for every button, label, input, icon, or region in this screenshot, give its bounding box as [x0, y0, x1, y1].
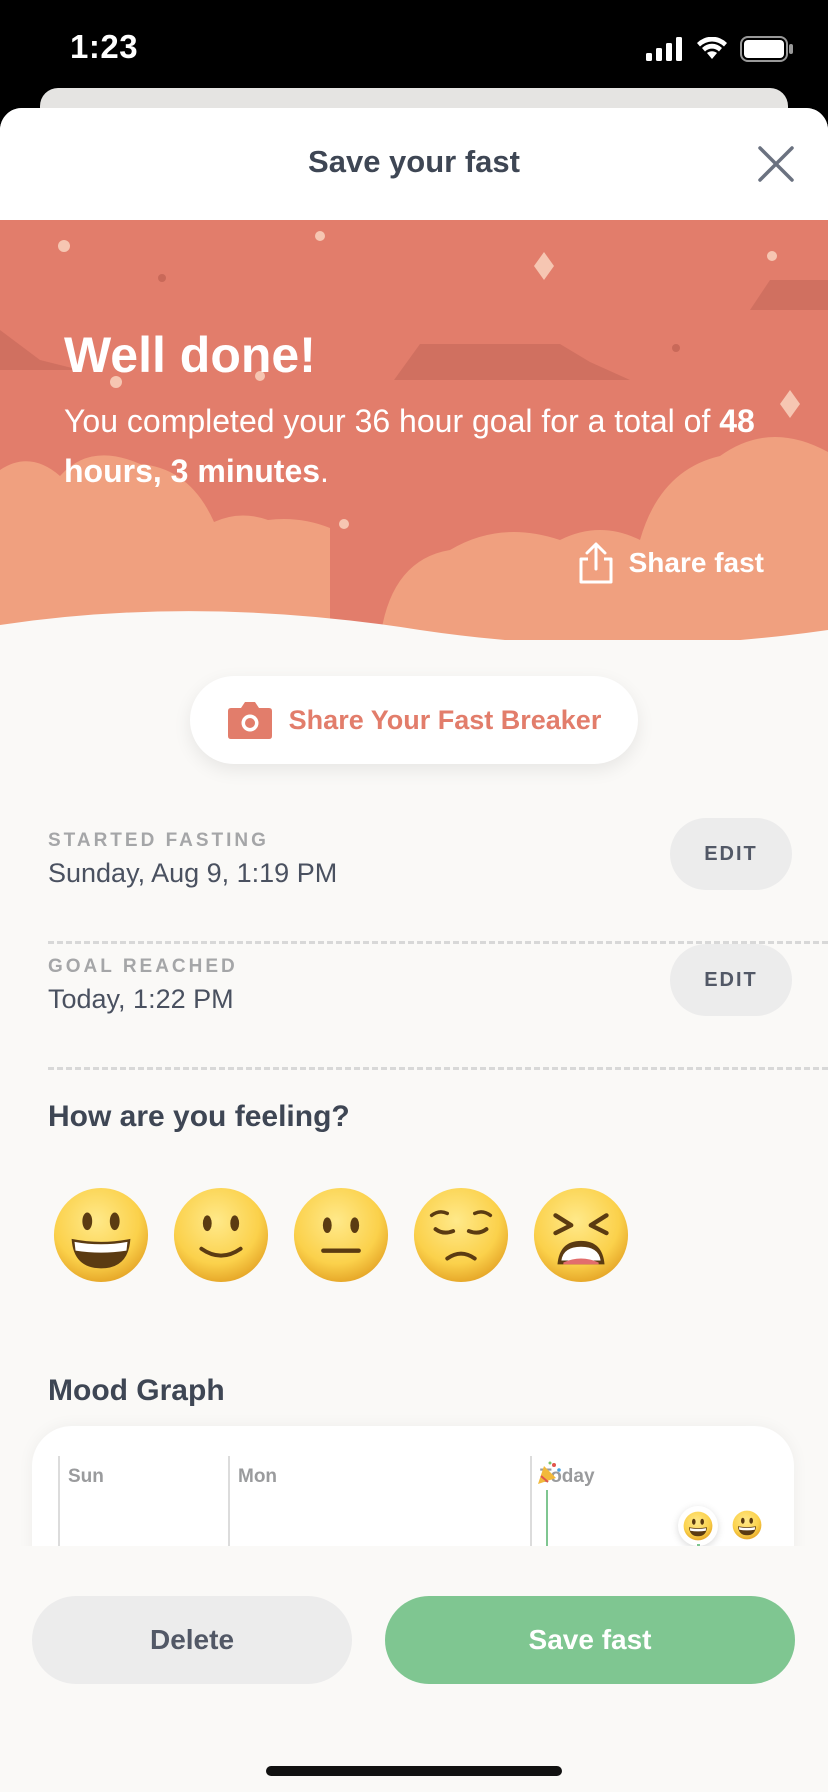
- mood-picker: [52, 1186, 630, 1284]
- started-fasting-value: Sunday, Aug 9, 1:19 PM: [48, 858, 338, 888]
- pensive-face-icon[interactable]: [412, 1186, 510, 1284]
- hero-summary-suffix: .: [320, 453, 329, 489]
- wifi-icon: [697, 37, 727, 59]
- neutral-face-icon[interactable]: [292, 1186, 390, 1284]
- grinning-face-icon: [732, 1510, 762, 1540]
- started-fasting-row: STARTED FASTING Sunday, Aug 9, 1:19 PM E…: [48, 818, 828, 944]
- divider: [48, 1067, 828, 1070]
- battery-icon: [740, 36, 793, 62]
- share-fast-button[interactable]: Share fast: [577, 542, 764, 584]
- edit-goal-button[interactable]: EDIT: [670, 944, 792, 1016]
- grinning-face-icon: [683, 1511, 713, 1541]
- slightly-smiling-face-icon[interactable]: [172, 1186, 270, 1284]
- mood-graph-title: Mood Graph: [48, 1374, 225, 1407]
- started-fasting-label: STARTED FASTING: [48, 830, 269, 851]
- tired-face-icon[interactable]: [532, 1186, 630, 1284]
- grinning-face-icon[interactable]: [52, 1186, 150, 1284]
- bottom-action-bar: Delete Save fast: [0, 1546, 828, 1792]
- hero-banner: Well done! You completed your 36 hour go…: [0, 220, 828, 640]
- hero-title: Well done!: [64, 327, 316, 383]
- feeling-title: How are you feeling?: [48, 1100, 350, 1133]
- home-indicator: [266, 1766, 562, 1776]
- share-fast-breaker-label: Share Your Fast Breaker: [288, 704, 602, 735]
- status-time: 1:23: [70, 28, 139, 65]
- share-fast-breaker-button[interactable]: Share Your Fast Breaker: [190, 676, 638, 764]
- mood-point: [678, 1506, 718, 1546]
- sheet-header: Save your fast: [0, 108, 828, 220]
- now-indicator-line: [546, 1490, 548, 1550]
- goal-reached-value: Today, 1:22 PM: [48, 984, 234, 1014]
- goal-reached-label: GOAL REACHED: [48, 956, 238, 977]
- camera-icon: [227, 702, 272, 739]
- edit-start-button[interactable]: EDIT: [670, 818, 792, 890]
- page-title: Save your fast: [308, 144, 520, 179]
- hero-summary-prefix: You completed your 36 hour goal for a to…: [64, 403, 720, 439]
- close-icon[interactable]: [754, 142, 798, 186]
- graph-day-label: Mon: [238, 1466, 278, 1487]
- share-icon: [579, 542, 613, 584]
- goal-reached-row: GOAL REACHED Today, 1:22 PM EDIT: [48, 944, 828, 1070]
- delete-button[interactable]: Delete: [32, 1596, 352, 1684]
- status-bar: 1:23: [0, 0, 828, 100]
- cellular-signal-icon: [646, 37, 682, 61]
- party-popper-icon: [538, 1461, 561, 1484]
- status-icons: [646, 36, 794, 62]
- graph-day-label: Sun: [68, 1466, 104, 1487]
- share-fast-label: Share fast: [628, 547, 764, 578]
- save-fast-button[interactable]: Save fast: [385, 1596, 795, 1684]
- hero-summary: You completed your 36 hour goal for a to…: [64, 396, 764, 496]
- save-fast-sheet: Save your fast Well done! You completed …: [0, 108, 828, 1792]
